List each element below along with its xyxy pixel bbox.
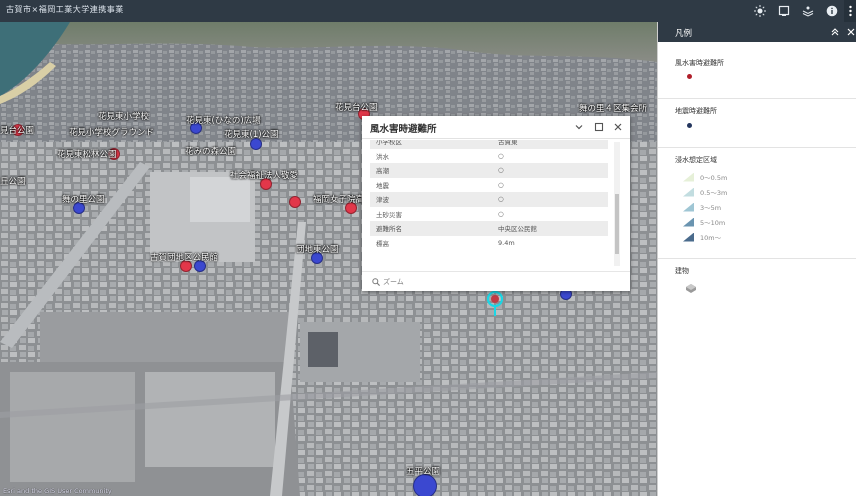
popup-title: 風水害時避難所 bbox=[370, 124, 437, 135]
zoom-label: ズーム bbox=[383, 278, 404, 286]
collapse-icon[interactable] bbox=[828, 25, 842, 39]
info-icon[interactable] bbox=[820, 0, 844, 22]
layers-icon[interactable] bbox=[796, 0, 820, 22]
attribute-key: 標高 bbox=[376, 239, 389, 248]
map-label: 古賀団地区公民館 bbox=[150, 253, 219, 263]
legend-item-label: 5～10m bbox=[700, 219, 726, 227]
divider bbox=[658, 147, 856, 148]
legend-inundation-title: 浸水想定区域 bbox=[675, 156, 717, 164]
legend-header: 凡例 bbox=[658, 22, 856, 42]
attribute-key: 津波 bbox=[370, 192, 492, 207]
legend-item-label: 0～0.5m bbox=[700, 174, 728, 182]
legend-item: 5～10m bbox=[683, 216, 725, 228]
chevron-down-icon[interactable] bbox=[572, 120, 586, 134]
close-icon[interactable] bbox=[611, 120, 625, 134]
map-label: 花見小学校グラウンド bbox=[69, 128, 155, 138]
dock-icon[interactable] bbox=[592, 120, 606, 134]
map-label: 舞の里公園 bbox=[62, 195, 105, 205]
selected-feature-marker[interactable] bbox=[486, 290, 504, 316]
legend-item-label: 0.5～3m bbox=[700, 189, 728, 197]
table-row: 高潮 ○ bbox=[370, 163, 608, 178]
inundation-swatch bbox=[683, 217, 694, 227]
table-row: 避難所名 中央区公民館 bbox=[370, 221, 608, 236]
inundation-swatch bbox=[683, 202, 694, 212]
legend-item: 3～5m bbox=[683, 201, 721, 213]
legend-title: 凡例 bbox=[675, 29, 693, 39]
menu-icon[interactable] bbox=[844, 0, 856, 22]
attribute-key: 地震 bbox=[376, 181, 389, 190]
legend-item: 0～0.5m bbox=[683, 171, 727, 183]
legend-item: 10m～ bbox=[683, 231, 721, 243]
popup-header: 風水害時避難所 bbox=[362, 116, 630, 139]
legend-buildings-title: 建物 bbox=[675, 267, 689, 275]
popup-content[interactable]: 小学校区 古賀東 洪水 ○ 高潮 ○ 地震 ○ 津波 ○ 土砂災害 ○ 避難所名 中央区公民館… bbox=[370, 140, 622, 270]
feature-popup: 風水害時避難所 小学校区 古賀東 洪水 ○ 高潮 ○ 地震 ○ 津波 ○ 土砂災害 ○ 避難… bbox=[362, 116, 630, 291]
map-label: 社会福祉法人敬愛 bbox=[230, 171, 299, 181]
map-label: 花見東(1)公園 bbox=[224, 130, 279, 140]
flood-shelter-symbol bbox=[687, 74, 692, 79]
divider bbox=[658, 258, 856, 259]
table-row: 土砂災害 ○ bbox=[370, 207, 608, 222]
toolbar bbox=[748, 0, 856, 22]
map-attribution: Esri and the GIS User Community bbox=[3, 487, 112, 495]
map-label: 福岡女子院高 bbox=[313, 195, 365, 205]
app-title: 古賀市×福岡工業大学連携事業 bbox=[6, 5, 124, 14]
map-label: 花みの森公園 bbox=[185, 147, 237, 157]
attribute-key: 土砂災害 bbox=[376, 210, 402, 219]
map-label: 丘公園 bbox=[0, 177, 26, 187]
legend-quake-shelter-title: 地震時避難所 bbox=[675, 107, 717, 115]
daylight-icon[interactable] bbox=[748, 0, 772, 22]
map-label: 五平公園 bbox=[406, 467, 441, 477]
table-row: 洪水 ○ bbox=[370, 149, 608, 164]
map-label: 花見台公園 bbox=[335, 103, 378, 113]
legend-item-label: 3～5m bbox=[700, 204, 722, 212]
attribute-key: 洪水 bbox=[376, 152, 389, 161]
popup-scrollbar[interactable] bbox=[614, 142, 620, 266]
inundation-swatch bbox=[683, 187, 694, 197]
basemap-icon[interactable] bbox=[772, 0, 796, 22]
attribute-value: 中央区公民館 bbox=[492, 221, 608, 236]
building-icon bbox=[686, 284, 696, 293]
quake-shelter-symbol bbox=[687, 123, 692, 128]
quake-shelter-pin[interactable] bbox=[413, 474, 437, 496]
map-label: 花見東松林公園 bbox=[57, 150, 117, 160]
map-label: 花見東(ひなの)広場 bbox=[186, 116, 261, 126]
table-row: 小学校区 古賀東 bbox=[370, 140, 608, 149]
legend-panel: 凡例 風水害時避難所 地震時避難所 浸水想定区域 0～0.5m 0.5～3m 3… bbox=[657, 22, 856, 496]
flood-shelter-pin[interactable] bbox=[289, 196, 301, 208]
legend-flood-shelter-title: 風水害時避難所 bbox=[675, 59, 724, 67]
table-row: 地震 ○ bbox=[370, 178, 608, 193]
attribute-value: ○ bbox=[492, 192, 608, 207]
legend-item: 0.5～3m bbox=[683, 186, 727, 198]
attribute-key: 避難所名 bbox=[370, 221, 492, 236]
scroll-thumb[interactable] bbox=[615, 194, 619, 254]
attribute-value: ○ bbox=[498, 180, 504, 189]
attribute-value: ○ bbox=[498, 209, 504, 218]
divider bbox=[658, 98, 856, 99]
inundation-swatch bbox=[683, 172, 694, 182]
app-header: 古賀市×福岡工業大学連携事業 bbox=[0, 0, 856, 22]
map-label: 見台公園 bbox=[0, 126, 35, 136]
close-icon[interactable] bbox=[844, 25, 856, 39]
attribute-value: 9.4m bbox=[498, 238, 515, 247]
popup-footer: ズーム bbox=[362, 271, 630, 292]
attribute-value: ○ bbox=[492, 163, 608, 178]
legend-item-label: 10m～ bbox=[700, 234, 722, 242]
table-row: 津波 ○ bbox=[370, 192, 608, 207]
zoom-to-button[interactable]: ズーム bbox=[372, 277, 404, 287]
map-label: 花見東小学校 bbox=[98, 112, 150, 122]
map-label: 舞の里４区集会所 bbox=[579, 104, 648, 114]
attribute-table: 小学校区 古賀東 洪水 ○ 高潮 ○ 地震 ○ 津波 ○ 土砂災害 ○ 避難所名 中央区公民館… bbox=[370, 140, 608, 250]
attribute-value: 古賀東 bbox=[492, 140, 608, 149]
table-row: 標高 9.4m bbox=[370, 236, 608, 251]
zoom-icon bbox=[372, 278, 380, 286]
map-label: 団地東公園 bbox=[296, 245, 339, 255]
attribute-key: 高潮 bbox=[370, 163, 492, 178]
attribute-value: ○ bbox=[498, 151, 504, 160]
inundation-swatch bbox=[683, 232, 694, 242]
attribute-key: 小学校区 bbox=[370, 140, 492, 149]
